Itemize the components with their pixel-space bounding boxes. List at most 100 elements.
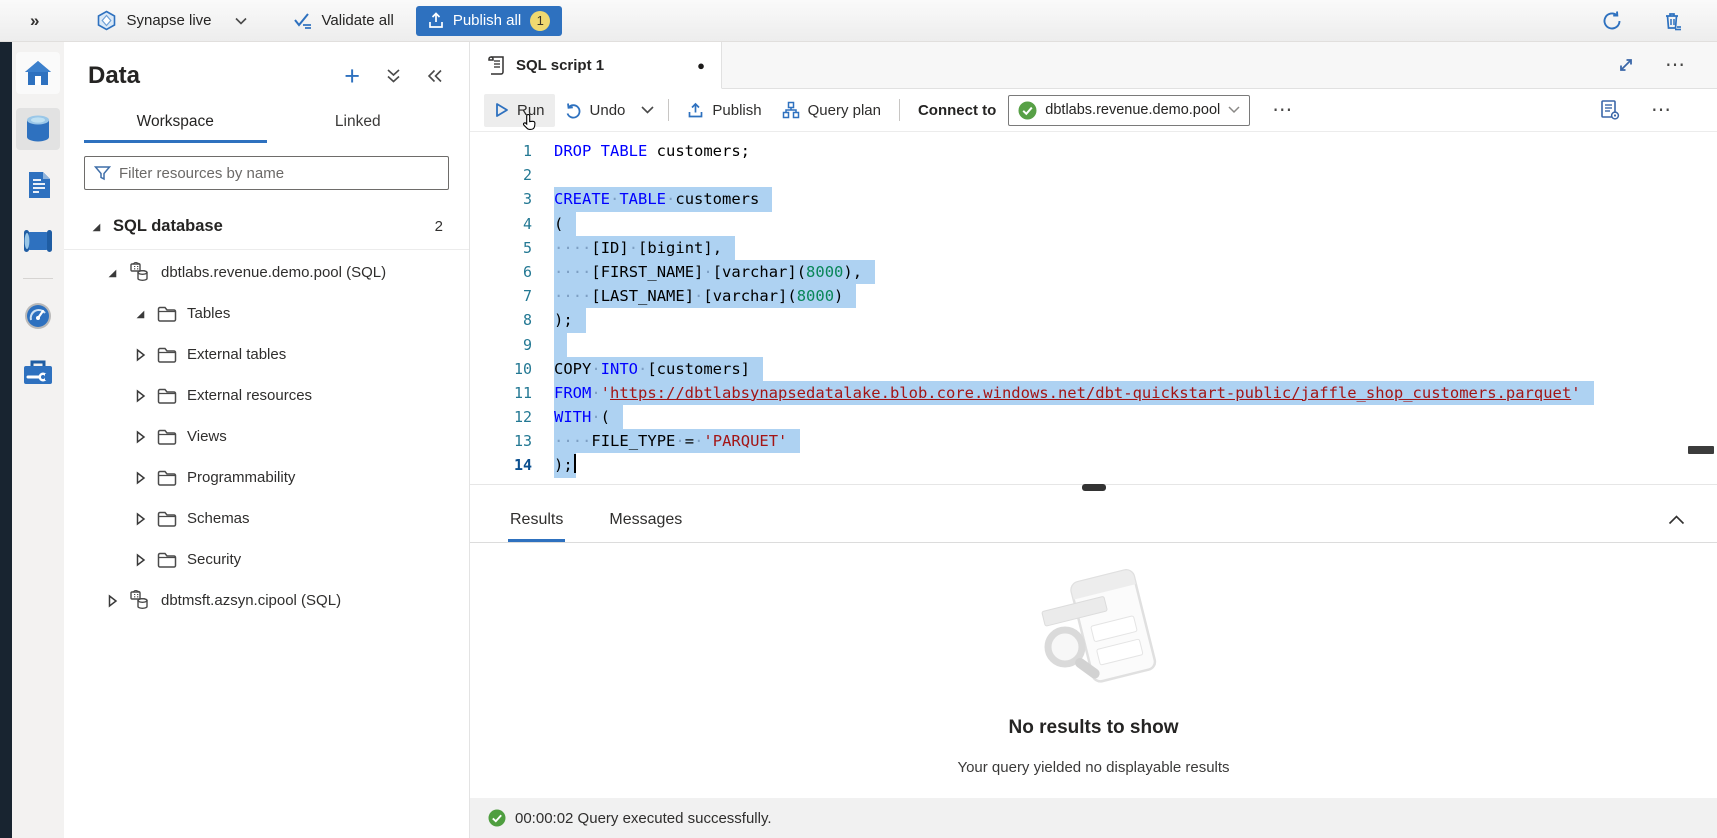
toolbar-overflow-icon[interactable]: ⋯ xyxy=(1272,100,1294,120)
folder-icon xyxy=(157,306,177,322)
tree-item[interactable]: Schemas xyxy=(64,498,469,539)
tree-item[interactable]: dbtlabs.revenue.demo.pool (SQL) xyxy=(64,252,469,293)
code-lines: 1DROP TABLE customers;23CREATE·TABLE·cus… xyxy=(470,139,1717,478)
tree-item-label: dbtmsft.azsyn.cipool (SQL) xyxy=(161,592,341,609)
code-line: 10COPY·INTO·[customers] xyxy=(470,357,1717,381)
tree-item[interactable]: Programmability xyxy=(64,457,469,498)
resource-tree: SQL database 2 dbtlabs.revenue.demo.pool (… xyxy=(64,200,469,838)
validate-icon xyxy=(293,12,313,29)
undo-dropdown-chevron-icon[interactable] xyxy=(635,94,660,127)
collapsed-arrow-icon[interactable] xyxy=(104,594,119,608)
validate-all-button[interactable]: Validate all xyxy=(293,12,394,29)
mode-selector[interactable]: Synapse live xyxy=(96,10,246,31)
rail-divider xyxy=(23,278,53,279)
tree-item[interactable]: Tables xyxy=(64,293,469,334)
code-line: 12WITH·( xyxy=(470,405,1717,429)
tab-sql-script-1[interactable]: SQL script 1 ● xyxy=(470,42,722,89)
collapse-all-icon[interactable] xyxy=(386,68,401,84)
collapsed-arrow-icon[interactable] xyxy=(132,471,147,485)
tab-results[interactable]: Results xyxy=(508,505,565,542)
tree-item-label: External resources xyxy=(187,387,312,404)
tree-item[interactable]: External tables xyxy=(64,334,469,375)
tree-item-label: Security xyxy=(187,551,241,568)
line-number: 11 xyxy=(470,381,532,405)
line-number: 3 xyxy=(470,187,532,211)
code-line: 5····[ID]·[bigint], xyxy=(470,236,1717,260)
scrollbar-thumb[interactable] xyxy=(1688,446,1714,454)
tree-divider xyxy=(64,249,469,250)
no-results-illustration xyxy=(1018,569,1170,695)
tree-item-label: Tables xyxy=(187,305,230,322)
line-number: 5 xyxy=(470,236,532,260)
tree-item-label: External tables xyxy=(187,346,286,363)
run-button[interactable]: Run xyxy=(484,94,555,127)
collapsed-arrow-icon[interactable] xyxy=(132,553,147,567)
add-resource-icon[interactable]: + xyxy=(344,63,360,90)
tree-item-label: Views xyxy=(187,428,227,445)
results-splitter[interactable] xyxy=(470,484,1717,497)
publish-button[interactable]: Publish xyxy=(677,94,771,127)
results-tab-bar: Results Messages xyxy=(470,497,1717,543)
data-icon[interactable] xyxy=(16,108,60,150)
tree-item[interactable]: dbtmsft.azsyn.cipool (SQL) xyxy=(64,580,469,621)
expanded-arrow-icon[interactable] xyxy=(132,308,147,320)
undo-label: Undo xyxy=(590,102,626,119)
manage-icon[interactable] xyxy=(16,351,60,393)
query-plan-button[interactable]: Query plan xyxy=(772,94,891,127)
publish-label: Publish xyxy=(712,102,761,119)
tree-item[interactable]: External resources xyxy=(64,375,469,416)
tree-item-label: Programmability xyxy=(187,469,295,486)
tab-more-icon[interactable]: ⋯ xyxy=(1665,55,1687,75)
refresh-icon[interactable] xyxy=(1601,10,1623,32)
code-line: 14); xyxy=(470,453,1717,477)
filter-input[interactable] xyxy=(119,165,439,182)
code-line: 3CREATE·TABLE·customers xyxy=(470,187,1717,211)
toolbar-divider xyxy=(899,99,900,121)
tab-messages[interactable]: Messages xyxy=(607,505,684,542)
collapsed-arrow-icon[interactable] xyxy=(132,348,147,362)
home-icon[interactable] xyxy=(16,52,60,94)
tab-linked[interactable]: Linked xyxy=(267,102,450,143)
code-line: 8); xyxy=(470,308,1717,332)
query-status-bar: 00:00:02 Query executed successfully. xyxy=(470,798,1717,838)
expand-editor-icon[interactable] xyxy=(1617,56,1635,74)
success-check-icon xyxy=(488,809,506,827)
collapse-panel-icon[interactable] xyxy=(427,69,443,83)
code-line: 4( xyxy=(470,212,1717,236)
connection-dropdown[interactable]: dbtlabs.revenue.demo.pool xyxy=(1008,95,1250,126)
expanded-arrow-icon[interactable] xyxy=(104,267,119,279)
line-number: 4 xyxy=(470,212,532,236)
tab-workspace[interactable]: Workspace xyxy=(84,102,267,143)
expanded-arrow-icon[interactable] xyxy=(88,221,103,233)
folder-icon xyxy=(157,552,177,568)
sql-code-editor[interactable]: 1DROP TABLE customers;23CREATE·TABLE·cus… xyxy=(470,132,1717,484)
integrate-icon[interactable] xyxy=(16,220,60,262)
line-number: 12 xyxy=(470,405,532,429)
collapse-results-chevron-up-icon[interactable] xyxy=(1668,515,1717,533)
properties-icon[interactable] xyxy=(1599,99,1621,121)
main-content: SQL script 1 ● ⋯ Run Undo xyxy=(470,42,1717,838)
code-line: 2 xyxy=(470,163,1717,187)
text-caret xyxy=(574,454,576,473)
publish-all-button[interactable]: Publish all 1 xyxy=(416,6,562,36)
tree-item[interactable]: SQL database 2 xyxy=(64,206,469,247)
editor-more-icon[interactable]: ⋯ xyxy=(1651,100,1673,120)
discard-all-icon[interactable] xyxy=(1661,10,1683,32)
expand-rail-icon[interactable]: » xyxy=(30,11,40,31)
tree-item-label: SQL database xyxy=(113,217,223,236)
tab-title: SQL script 1 xyxy=(516,57,604,74)
monitor-icon[interactable] xyxy=(16,295,60,337)
develop-icon[interactable] xyxy=(16,164,60,206)
collapsed-arrow-icon[interactable] xyxy=(132,430,147,444)
code-line: 13····FILE_TYPE·=·'PARQUET' xyxy=(470,429,1717,453)
tree-item-count: 2 xyxy=(435,218,443,235)
connection-status-icon xyxy=(1018,101,1037,120)
collapsed-arrow-icon[interactable] xyxy=(132,389,147,403)
tree-item[interactable]: Security xyxy=(64,539,469,580)
folder-icon xyxy=(157,347,177,363)
collapsed-arrow-icon[interactable] xyxy=(132,512,147,526)
splitter-handle-icon[interactable] xyxy=(1082,484,1106,491)
code-line: 1DROP TABLE customers; xyxy=(470,139,1717,163)
undo-button[interactable]: Undo xyxy=(555,94,636,127)
tree-item[interactable]: Views xyxy=(64,416,469,457)
